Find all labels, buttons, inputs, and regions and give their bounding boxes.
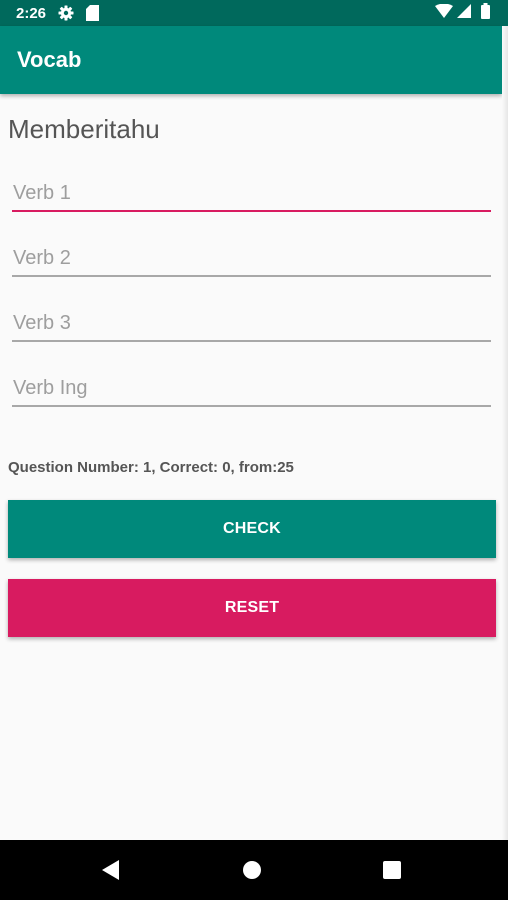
main-content: Memberitahu Question Number: 1, Correct:… [0,94,502,840]
sd-card-icon [86,5,100,21]
signal-icon [457,3,471,23]
status-bar: 2:26 [0,0,508,26]
app-title: Vocab [17,47,82,72]
verb1-input[interactable] [12,175,492,211]
back-icon[interactable] [98,858,122,882]
verb-ing-underline [12,405,491,407]
navigation-bar [0,840,508,900]
recents-icon[interactable] [380,858,404,882]
app-bar: Vocab [0,26,502,94]
home-icon[interactable] [240,858,264,882]
verb3-underline [12,340,491,342]
verb1-underline [12,210,491,212]
verb-ing-input[interactable] [12,370,492,406]
verb3-input[interactable] [12,305,492,341]
verb2-input[interactable] [12,240,492,276]
progress-text: Question Number: 1, Correct: 0, from:25 [8,459,294,476]
status-time: 2:26 [16,4,47,22]
gear-icon [58,5,74,21]
word-prompt: Memberitahu [8,114,160,144]
check-button[interactable]: CHECK [8,500,496,558]
edge-shadow [502,26,508,840]
battery-icon [481,2,490,24]
wifi-icon [435,3,453,23]
reset-button[interactable]: RESET [8,579,496,637]
verb2-underline [12,275,491,277]
